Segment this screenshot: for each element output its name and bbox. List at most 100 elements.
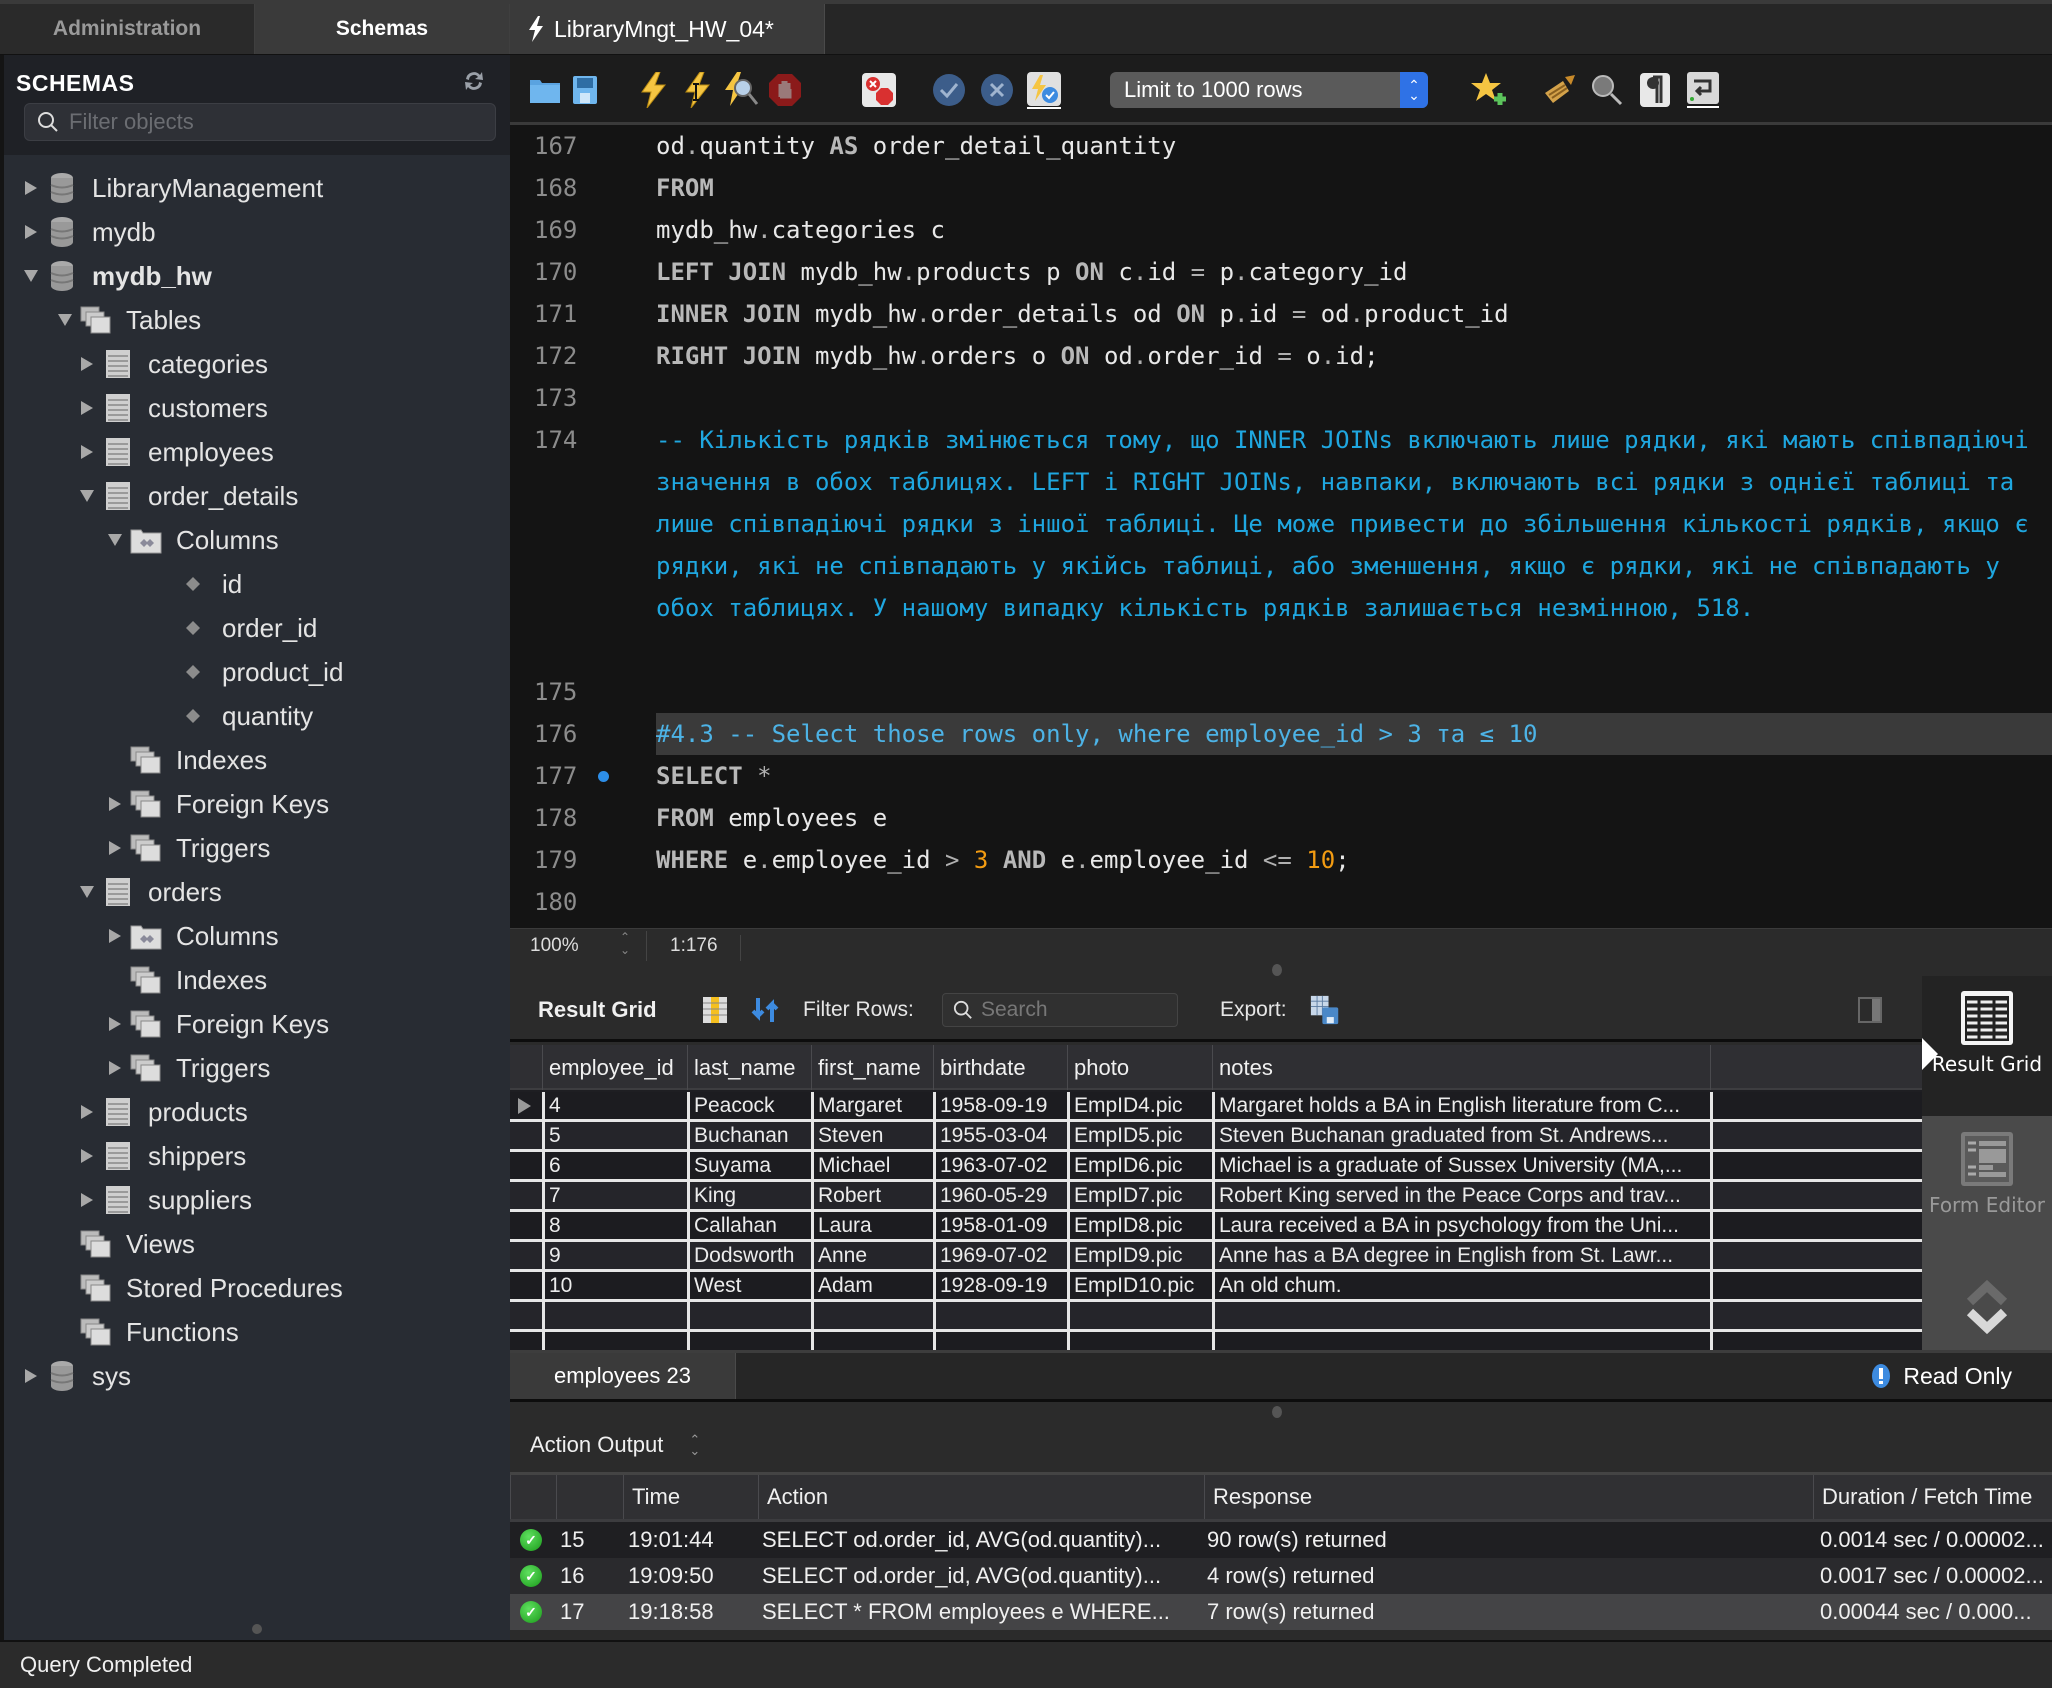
- find-icon[interactable]: [1588, 71, 1626, 109]
- rollback-icon[interactable]: [978, 71, 1016, 109]
- explain-icon[interactable]: [722, 71, 760, 109]
- export-icon[interactable]: [1310, 995, 1340, 1025]
- table-cell[interactable]: [811, 1332, 933, 1350]
- table-cell[interactable]: An old chum.: [1212, 1272, 1710, 1299]
- table-row[interactable]: 4 Peacock Margaret 1958-09-19 EmpID4.pic Marg…: [510, 1092, 1922, 1122]
- table-row[interactable]: 5 Buchanan Steven 1955-03-04 EmpID5.pic Steve…: [510, 1122, 1922, 1152]
- tab-result-employees[interactable]: employees 23: [510, 1353, 736, 1399]
- output-column-header[interactable]: Time: [623, 1475, 758, 1519]
- scroll-updown-icon[interactable]: [1964, 1276, 2010, 1336]
- execute-icon[interactable]: [634, 71, 672, 109]
- tree-item-customers[interactable]: customers: [76, 387, 268, 429]
- empty-row[interactable]: [510, 1332, 1922, 1350]
- stop-on-error-icon[interactable]: [860, 71, 898, 109]
- column-header-last-name[interactable]: last_name: [687, 1045, 811, 1090]
- tree-item-stored-procedures[interactable]: Stored Procedures: [54, 1267, 343, 1309]
- table-cell[interactable]: Peacock: [687, 1092, 811, 1119]
- table-cell[interactable]: [1710, 1212, 1922, 1239]
- table-cell[interactable]: Callahan: [687, 1212, 811, 1239]
- table-cell[interactable]: Dodsworth: [687, 1242, 811, 1269]
- disclosure-right-icon[interactable]: [104, 1057, 126, 1079]
- refresh-icon[interactable]: [462, 69, 486, 98]
- table-cell[interactable]: EmpID4.pic: [1067, 1092, 1212, 1119]
- tree-item-columns[interactable]: Columns: [104, 915, 279, 957]
- commit-icon[interactable]: [930, 71, 968, 109]
- output-type-select[interactable]: Action Output ⌃ ⌄: [530, 1432, 700, 1458]
- output-column-header[interactable]: Action: [758, 1475, 1204, 1519]
- output-row[interactable]: ✓ 16 19:09:50 SELECT od.order_id, AVG(od.qu…: [510, 1558, 2052, 1594]
- table-cell[interactable]: [542, 1332, 687, 1350]
- disclosure-right-icon[interactable]: [76, 441, 98, 463]
- table-cell[interactable]: 1963-07-02: [933, 1152, 1067, 1179]
- table-cell[interactable]: 1928-09-19: [933, 1272, 1067, 1299]
- disclosure-right-icon[interactable]: [76, 1145, 98, 1167]
- tree-item-order-id[interactable]: order_id: [156, 607, 317, 649]
- table-cell[interactable]: 1958-09-19: [933, 1092, 1067, 1119]
- tab-administration[interactable]: Administration: [0, 4, 255, 54]
- table-cell[interactable]: [1710, 1332, 1922, 1350]
- table-cell[interactable]: Michael is a graduate of Sussex Universi…: [1212, 1152, 1710, 1179]
- disclosure-right-icon[interactable]: [76, 353, 98, 375]
- table-cell[interactable]: [1710, 1302, 1922, 1329]
- column-header-birthdate[interactable]: birthdate: [933, 1045, 1067, 1090]
- table-cell[interactable]: [1710, 1272, 1922, 1299]
- disclosure-right-icon[interactable]: [104, 925, 126, 947]
- output-row[interactable]: ✓ 17 19:18:58 SELECT * FROM employees e WHE…: [510, 1594, 2052, 1630]
- table-cell[interactable]: Margaret holds a BA in English literatur…: [1212, 1092, 1710, 1119]
- disclosure-down-icon[interactable]: [76, 881, 98, 903]
- tree-item-orders[interactable]: orders: [76, 871, 222, 913]
- beautify-icon[interactable]: [1540, 71, 1578, 109]
- filter-objects-input[interactable]: [69, 109, 469, 135]
- grid-columns-icon[interactable]: [700, 995, 730, 1025]
- table-cell[interactable]: Michael: [811, 1152, 933, 1179]
- table-cell[interactable]: Robert King served in the Peace Corps an…: [1212, 1182, 1710, 1209]
- open-file-icon[interactable]: [526, 71, 564, 109]
- table-cell[interactable]: Robert: [811, 1182, 933, 1209]
- tree-item-sys[interactable]: sys: [20, 1355, 131, 1397]
- tree-item-shippers[interactable]: shippers: [76, 1135, 246, 1177]
- table-cell[interactable]: [1710, 1242, 1922, 1269]
- add-snippet-icon[interactable]: [1470, 71, 1508, 109]
- statement-marker-icon[interactable]: [598, 770, 609, 782]
- disclosure-down-icon[interactable]: [54, 309, 76, 331]
- table-cell[interactable]: 5: [542, 1122, 687, 1149]
- filter-objects-field[interactable]: [24, 103, 496, 141]
- table-row[interactable]: 9 Dodsworth Anne 1969-07-02 EmpID9.pic Anne h…: [510, 1242, 1922, 1272]
- tree-item-employees[interactable]: employees: [76, 431, 274, 473]
- table-cell[interactable]: [1710, 1182, 1922, 1209]
- table-cell[interactable]: 1969-07-02: [933, 1242, 1067, 1269]
- output-column-header[interactable]: [556, 1475, 623, 1519]
- table-cell[interactable]: Steven Buchanan graduated from St. Andre…: [1212, 1122, 1710, 1149]
- disclosure-right-icon[interactable]: [104, 837, 126, 859]
- zoom-stepper[interactable]: ⌃ ⌄: [620, 931, 647, 961]
- disclosure-right-icon[interactable]: [20, 221, 42, 243]
- table-cell[interactable]: [1710, 1122, 1922, 1149]
- disclosure-right-icon[interactable]: [76, 1101, 98, 1123]
- column-header-notes[interactable]: notes: [1212, 1045, 1710, 1090]
- output-column-header[interactable]: Response: [1204, 1475, 1813, 1519]
- tree-item-order-details[interactable]: order_details: [76, 475, 298, 517]
- tree-item-suppliers[interactable]: suppliers: [76, 1179, 252, 1221]
- filter-rows-input[interactable]: [981, 997, 1161, 1022]
- splitter-handle[interactable]: [1272, 964, 1282, 976]
- tree-item-quantity[interactable]: quantity: [156, 695, 313, 737]
- tree-item-views[interactable]: Views: [54, 1223, 195, 1265]
- tree-item-columns[interactable]: Columns: [104, 519, 279, 561]
- form-editor-view-button[interactable]: Form Editor: [1922, 1121, 2052, 1251]
- table-cell[interactable]: [687, 1332, 811, 1350]
- disclosure-right-icon[interactable]: [20, 1365, 42, 1387]
- table-row[interactable]: 10 West Adam 1928-09-19 EmpID10.pic An old ch…: [510, 1272, 1922, 1302]
- table-cell[interactable]: Steven: [811, 1122, 933, 1149]
- table-row[interactable]: 6 Suyama Michael 1963-07-02 EmpID6.pic Michae…: [510, 1152, 1922, 1182]
- invisible-chars-icon[interactable]: [1636, 71, 1674, 109]
- autocommit-icon[interactable]: [1025, 71, 1063, 109]
- tab-schemas[interactable]: Schemas: [255, 4, 510, 54]
- tree-item-product-id[interactable]: product_id: [156, 651, 343, 693]
- table-cell[interactable]: King: [687, 1182, 811, 1209]
- table-cell[interactable]: Laura received a BA in psychology from t…: [1212, 1212, 1710, 1239]
- table-cell[interactable]: 6: [542, 1152, 687, 1179]
- table-row[interactable]: 8 Callahan Laura 1958-01-09 EmpID8.pic Laura …: [510, 1212, 1922, 1242]
- tree-item-id[interactable]: id: [156, 563, 242, 605]
- tree-item-indexes[interactable]: Indexes: [104, 739, 267, 781]
- disclosure-right-icon[interactable]: [104, 1013, 126, 1035]
